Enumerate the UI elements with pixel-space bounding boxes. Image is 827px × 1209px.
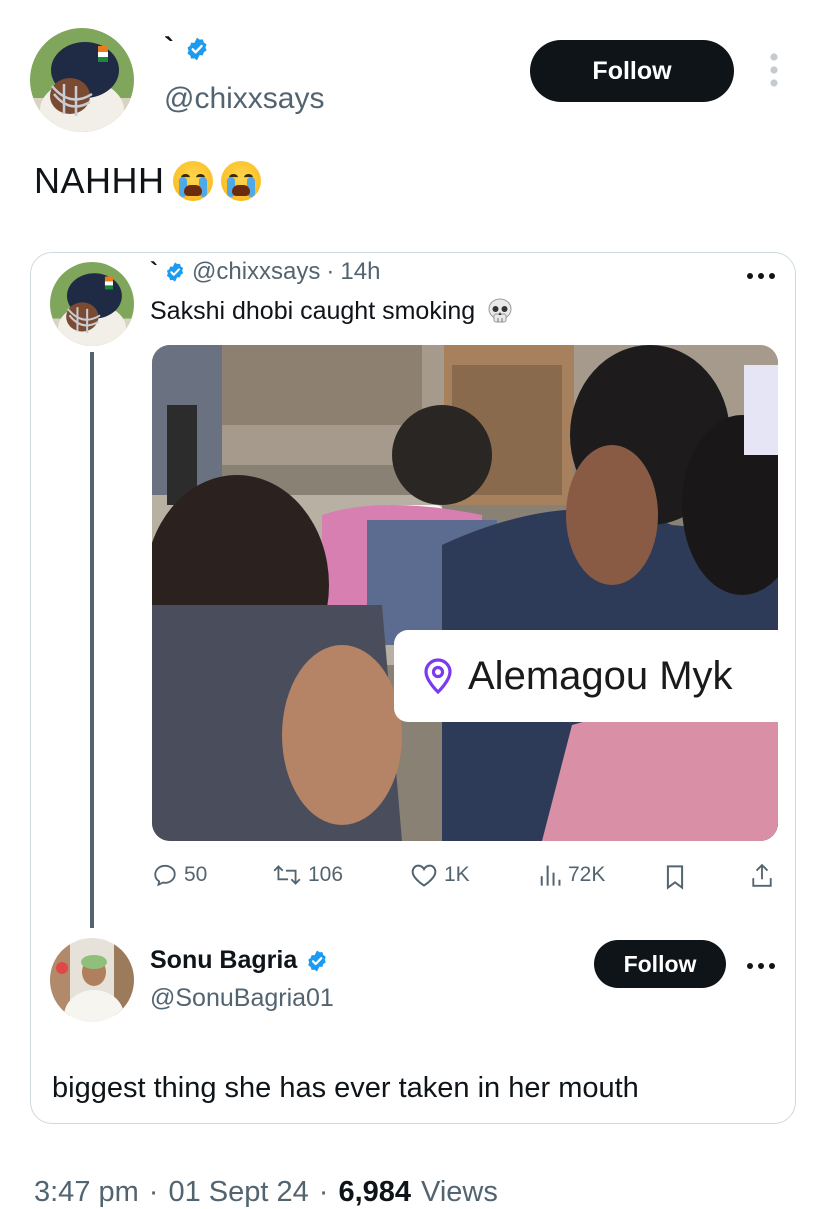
location-tag[interactable]: Alemagou Myk [394, 630, 778, 722]
loudly-crying-face-emoji [172, 161, 213, 201]
person-photo-avatar-image [50, 938, 134, 1022]
heart-icon [411, 864, 437, 887]
reply-more-icon[interactable] [746, 958, 776, 969]
repost-count: 106 [308, 863, 344, 886]
share-icon[interactable] [750, 862, 774, 895]
repost-stat[interactable]: 106 [272, 862, 343, 888]
reply-follow-button[interactable]: Follow [594, 940, 726, 988]
author-display-name[interactable]: ` [164, 34, 174, 64]
reply-follow-button-label: Follow [623, 950, 697, 977]
reply-count: 50 [184, 863, 208, 886]
tweet-date[interactable]: 01 Sept 24 [168, 1176, 308, 1209]
crowd-scene-image [152, 345, 778, 841]
footer-separator: · [318, 1176, 329, 1208]
reply-author-display-name[interactable]: Sonu Bagria [150, 946, 297, 975]
views-label: Views [421, 1176, 498, 1208]
cricketer-helmet-avatar-image [50, 262, 134, 346]
quoted-tweet-text: Sakshi dhobi caught smoking [150, 296, 476, 325]
views-count: 72K [568, 863, 606, 886]
tweet-time[interactable]: 3:47 pm [34, 1176, 139, 1209]
footer-separator: · [148, 1176, 159, 1208]
author-handle[interactable]: @chixxsays [164, 82, 325, 116]
loudly-crying-face-emoji [220, 161, 261, 201]
cricketer-helmet-avatar-image [30, 28, 134, 132]
location-pin-icon [424, 658, 452, 695]
reply-stat[interactable]: 50 [152, 862, 207, 888]
reply-author-avatar[interactable] [50, 938, 134, 1022]
follow-button-label: Follow [592, 56, 672, 85]
quoted-more-icon[interactable] [746, 268, 776, 279]
bookmark-icon[interactable] [664, 864, 686, 895]
reply-icon [154, 864, 176, 887]
views-stat[interactable]: 72K [538, 862, 605, 888]
quoted-author-avatar[interactable] [50, 262, 134, 346]
thread-connector-line [90, 352, 94, 928]
verified-badge-icon [308, 950, 327, 971]
tweet-text: NAHHH [34, 160, 165, 201]
verified-badge-icon [187, 37, 207, 61]
quoted-media-video[interactable]: Alemagou Myk [152, 345, 778, 841]
skull-emoji [488, 298, 512, 323]
like-count: 1K [444, 863, 470, 886]
more-options-icon[interactable] [766, 52, 782, 88]
verified-badge-icon [166, 262, 184, 282]
quoted-dot-separator: · [326, 258, 335, 285]
quoted-timestamp[interactable]: 14h [340, 258, 380, 286]
views-total: 6,984 [338, 1176, 412, 1208]
like-stat[interactable]: 1K [410, 862, 470, 888]
follow-button[interactable]: Follow [530, 40, 734, 102]
quoted-author-display-name[interactable]: ` [150, 258, 158, 286]
author-avatar[interactable] [30, 28, 134, 132]
bar-chart-icon [540, 865, 561, 886]
quoted-author-handle[interactable]: @chixxsays [192, 258, 320, 286]
reply-author-handle[interactable]: @SonuBagria01 [150, 984, 334, 1013]
reply-text: biggest thing she has ever taken in her … [52, 1072, 639, 1104]
location-tag-label: Alemagou Myk [468, 653, 733, 698]
repost-icon [273, 865, 301, 885]
